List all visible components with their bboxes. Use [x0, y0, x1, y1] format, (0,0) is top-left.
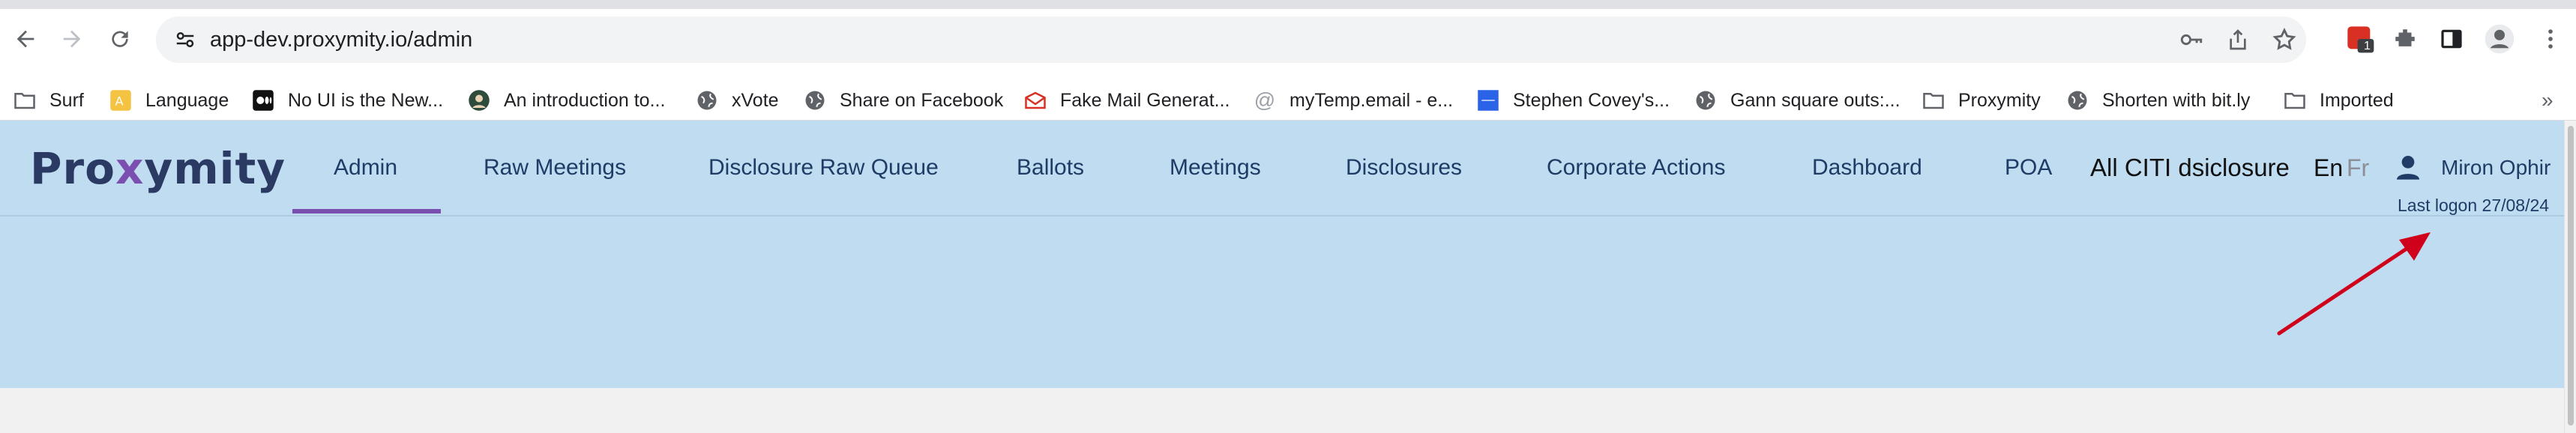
bookmark-xvote[interactable]: xVote	[696, 81, 779, 120]
bookmark-share-facebook[interactable]: Share on Facebook	[804, 81, 1003, 120]
nav-disclosure-raw-queue[interactable]: Disclosure Raw Queue	[708, 121, 939, 215]
scrollbar-thumb[interactable]	[2568, 126, 2574, 426]
bookmark-gann-square[interactable]: Gann square outs:...	[1694, 81, 1901, 120]
globe-icon	[1694, 89, 1717, 112]
bookmark-stephen-covey[interactable]: Stephen Covey's...	[1477, 81, 1670, 120]
annotation-arrow-icon	[2277, 232, 2431, 336]
app-content: Proxymity Admin Raw Meetings Disclosure …	[0, 121, 2564, 388]
globe-icon	[696, 89, 718, 112]
share-icon[interactable]	[2222, 24, 2254, 55]
folder-icon	[13, 89, 36, 112]
mail-icon	[1024, 89, 1047, 112]
key-icon[interactable]	[2176, 24, 2207, 55]
star-icon[interactable]	[2269, 24, 2300, 55]
user-icon[interactable]	[2393, 152, 2423, 182]
folder-icon	[2284, 89, 2306, 112]
avatar-icon	[468, 89, 490, 112]
globe-icon	[804, 89, 826, 112]
bookmark-mytemp[interactable]: @ myTemp.email - e...	[1254, 81, 1453, 120]
nav-ballots[interactable]: Ballots	[1017, 121, 1084, 215]
nav-poa[interactable]: POA	[2005, 121, 2052, 215]
bookmark-surf[interactable]: Surf	[13, 81, 84, 120]
url-text[interactable]: app-dev.proxymity.io/admin	[210, 16, 472, 63]
nav-meetings[interactable]: Meetings	[1170, 121, 1261, 215]
sidebar-icon[interactable]	[2435, 22, 2468, 55]
nav-all-citi-disclosure[interactable]: All CITI dsiclosure	[2090, 121, 2290, 215]
browser-toolbar: app-dev.proxymity.io/admin 1	[0, 0, 2576, 81]
address-bar[interactable]: app-dev.proxymity.io/admin	[156, 16, 2306, 63]
blue-square-icon	[1477, 89, 1499, 112]
tab-strip	[0, 0, 2576, 9]
puzzle-icon[interactable]	[2389, 22, 2422, 55]
at-sign-icon: @	[1254, 88, 1276, 112]
bookmarks-overflow-icon[interactable]: »	[2542, 81, 2554, 120]
bookmark-imported[interactable]: Imported	[2284, 81, 2394, 120]
svg-text:A: A	[115, 94, 124, 108]
folder-icon	[1922, 89, 1945, 112]
last-logon-text: Last logon 27/08/24	[2398, 196, 2550, 215]
site-info-icon[interactable]	[169, 24, 201, 55]
nav-corporate-actions[interactable]: Corporate Actions	[1547, 121, 1725, 215]
forward-icon[interactable]	[52, 19, 91, 58]
lang-en[interactable]: En	[2314, 121, 2343, 215]
menu-icon[interactable]	[2534, 22, 2567, 55]
reload-icon[interactable]	[100, 19, 139, 58]
bookmark-no-ui[interactable]: No UI is the New...	[252, 81, 443, 120]
profile-icon[interactable]	[2483, 22, 2516, 55]
bookmark-proxymity[interactable]: Proxymity	[1922, 81, 2041, 120]
nav-active-indicator	[292, 209, 441, 214]
nav-admin[interactable]: Admin	[334, 121, 397, 215]
back-icon[interactable]	[6, 19, 45, 58]
extension-icon[interactable]: 1	[2344, 22, 2377, 55]
lang-fr[interactable]: Fr	[2347, 121, 2369, 215]
bookmark-introduction[interactable]: An introduction to...	[468, 81, 665, 120]
medium-icon	[252, 89, 274, 112]
bookmarks-bar: Surf A Language No UI is the New... An i…	[0, 81, 2576, 121]
bookmark-fake-mail[interactable]: Fake Mail Generat...	[1024, 81, 1230, 120]
language-icon: A	[109, 89, 132, 112]
nav-raw-meetings[interactable]: Raw Meetings	[484, 121, 626, 215]
nav-dashboard[interactable]: Dashboard	[1812, 121, 1922, 215]
bookmark-language[interactable]: A Language	[109, 81, 229, 120]
globe-icon	[2066, 89, 2089, 112]
proxymity-logo[interactable]: Proxymity	[30, 143, 286, 194]
extension-badge: 1	[2364, 40, 2371, 52]
app-header: Proxymity Admin Raw Meetings Disclosure …	[0, 121, 2564, 216]
bookmark-shorten-bitly[interactable]: Shorten with bit.ly	[2066, 81, 2250, 120]
nav-disclosures[interactable]: Disclosures	[1346, 121, 1462, 215]
